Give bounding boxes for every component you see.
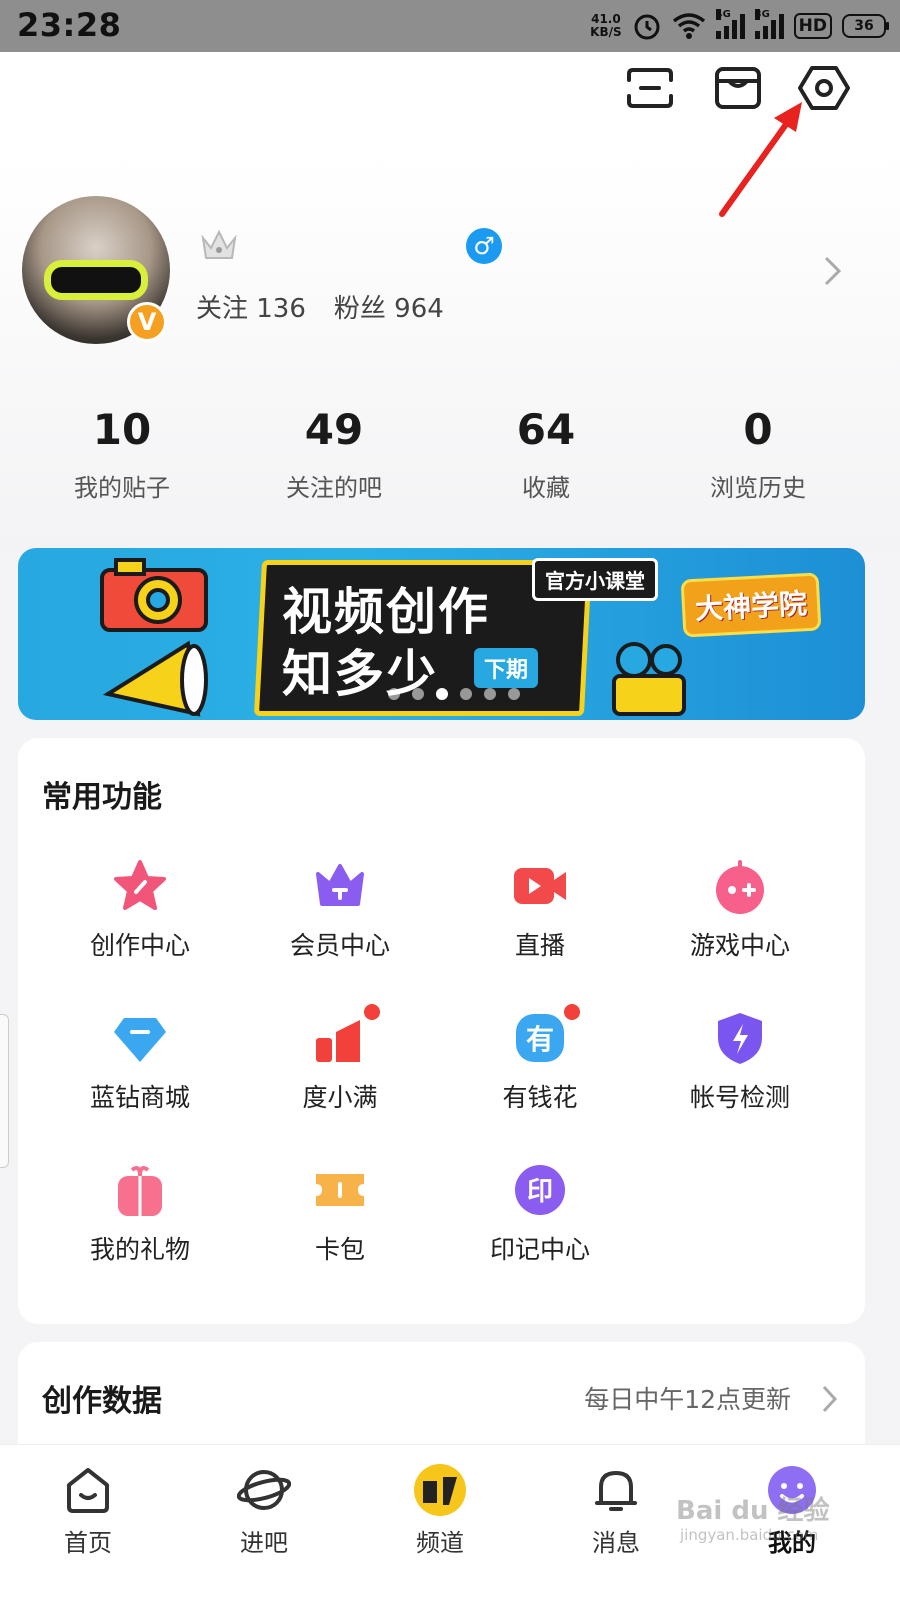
home-icon xyxy=(67,1468,109,1513)
banner-tag-bottom: 下期 xyxy=(474,648,539,688)
annotation-arrow xyxy=(719,102,802,217)
function-blue-diamond-mall[interactable]: 蓝钻商城 xyxy=(40,1010,240,1130)
stat-favorites[interactable]: 64 收藏 xyxy=(440,405,652,503)
crown-icon xyxy=(316,864,364,906)
scan-button[interactable] xyxy=(622,60,678,116)
function-live[interactable]: 直播 xyxy=(440,858,640,978)
signal-3g-icon: 3G xyxy=(754,9,784,39)
common-functions-title: 常用功能 xyxy=(42,780,162,815)
following-count[interactable]: 关注 136 xyxy=(196,294,306,324)
alarm-icon xyxy=(634,14,660,40)
nav-home[interactable]: 首页 xyxy=(28,1463,148,1558)
gender-male-icon: ♂ xyxy=(466,228,502,264)
hd-icon: HD xyxy=(793,13,832,39)
function-youqianhua[interactable]: 有 有钱花 xyxy=(440,1002,640,1130)
function-seal-center[interactable]: 印 印记中心 xyxy=(440,1162,640,1282)
verified-badge: V xyxy=(127,302,167,342)
function-account-check[interactable]: 帐号检测 xyxy=(640,1010,840,1130)
status-bar: 23:28 41.0 KB/S 4G 3G HD 36 xyxy=(0,0,900,52)
planet-icon xyxy=(237,1470,291,1510)
function-duxiaoman[interactable]: 度小满 xyxy=(240,1002,440,1130)
scan-icon xyxy=(627,68,673,108)
pager-dot xyxy=(508,688,520,700)
seal-glyph: 印 xyxy=(526,1177,553,1207)
function-game-center[interactable]: 游戏中心 xyxy=(640,858,840,978)
banner-pager xyxy=(388,688,520,700)
chevron-right-icon xyxy=(822,1385,838,1413)
money-glyph: 有 xyxy=(525,1023,554,1056)
notification-dot xyxy=(362,1002,382,1022)
signal-4g-icon: 4G xyxy=(715,9,745,39)
net-speed: 41.0 KB/S xyxy=(590,12,622,39)
banner-tag-top: 官方小课堂 xyxy=(532,558,658,601)
video-camera-icon xyxy=(514,868,566,904)
bell-icon xyxy=(595,1471,637,1511)
fans-count[interactable]: 粉丝 964 xyxy=(334,294,444,324)
pager-dot xyxy=(412,688,424,700)
function-creation-center[interactable]: 创作中心 xyxy=(40,858,240,978)
creation-data-card[interactable]: 创作数据 每日中午12点更新 xyxy=(18,1342,865,1452)
nav-messages[interactable]: 消息 xyxy=(556,1463,676,1558)
watermark-url: jingyan.baidu.com xyxy=(680,1526,819,1544)
pager-dot xyxy=(484,688,496,700)
pager-dot xyxy=(460,688,472,700)
battery-icon: 36 xyxy=(842,14,889,38)
stat-followed-bars[interactable]: 49 关注的吧 xyxy=(228,405,440,503)
function-my-gifts[interactable]: 我的礼物 xyxy=(40,1162,240,1282)
star-pen-icon xyxy=(114,860,166,910)
bar-chart-icon xyxy=(316,1020,360,1062)
channel-icon xyxy=(414,1464,466,1516)
pager-dot xyxy=(388,688,400,700)
banner-logo: 大神学院 xyxy=(680,572,822,638)
nav-channel[interactable]: 频道 xyxy=(380,1463,500,1558)
gamepad-icon xyxy=(716,860,764,914)
nav-bars[interactable]: 进吧 xyxy=(204,1463,324,1558)
gift-icon xyxy=(118,1166,162,1216)
wifi-icon xyxy=(672,13,705,39)
status-time: 23:28 xyxy=(17,6,122,44)
notification-dot xyxy=(562,1002,582,1022)
common-functions-card: 常用功能 创作中心 会员中心 直播 游戏中心 蓝钻商城 度小满 有 有钱花 帐号… xyxy=(18,738,865,1324)
watermark-logo: Bai du 经验 xyxy=(676,1496,830,1526)
function-card-wallet[interactable]: 卡包 xyxy=(240,1162,440,1282)
diamond-icon xyxy=(114,1018,166,1062)
creation-data-note: 每日中午12点更新 xyxy=(584,1385,791,1414)
avatar-goggles xyxy=(44,260,148,300)
stat-history[interactable]: 0 浏览历史 xyxy=(652,405,864,503)
camera-illustration-icon xyxy=(100,558,208,632)
promo-banner[interactable]: 视频创作 知多少 官方小课堂 下期 大神学院 xyxy=(18,548,865,720)
creation-data-title: 创作数据 xyxy=(42,1384,162,1419)
side-edge-handle[interactable] xyxy=(0,1014,9,1168)
megaphone-illustration-icon xyxy=(102,640,208,717)
function-member-center[interactable]: 会员中心 xyxy=(240,858,440,978)
stats-row: 10 我的贴子 49 关注的吧 64 收藏 0 浏览历史 xyxy=(0,405,900,503)
film-projector-icon xyxy=(612,642,686,716)
crown-level-icon xyxy=(201,229,237,259)
pager-dot-active xyxy=(436,688,448,700)
shield-bolt-icon xyxy=(718,1013,762,1064)
ticket-icon xyxy=(316,1174,364,1206)
follow-counts: 关注 136 粉丝 964 xyxy=(196,288,444,325)
profile-chevron-right-icon[interactable] xyxy=(822,254,844,288)
status-icons: 41.0 KB/S 4G 3G HD 36 xyxy=(590,8,889,44)
stat-posts[interactable]: 10 我的贴子 xyxy=(16,405,228,503)
